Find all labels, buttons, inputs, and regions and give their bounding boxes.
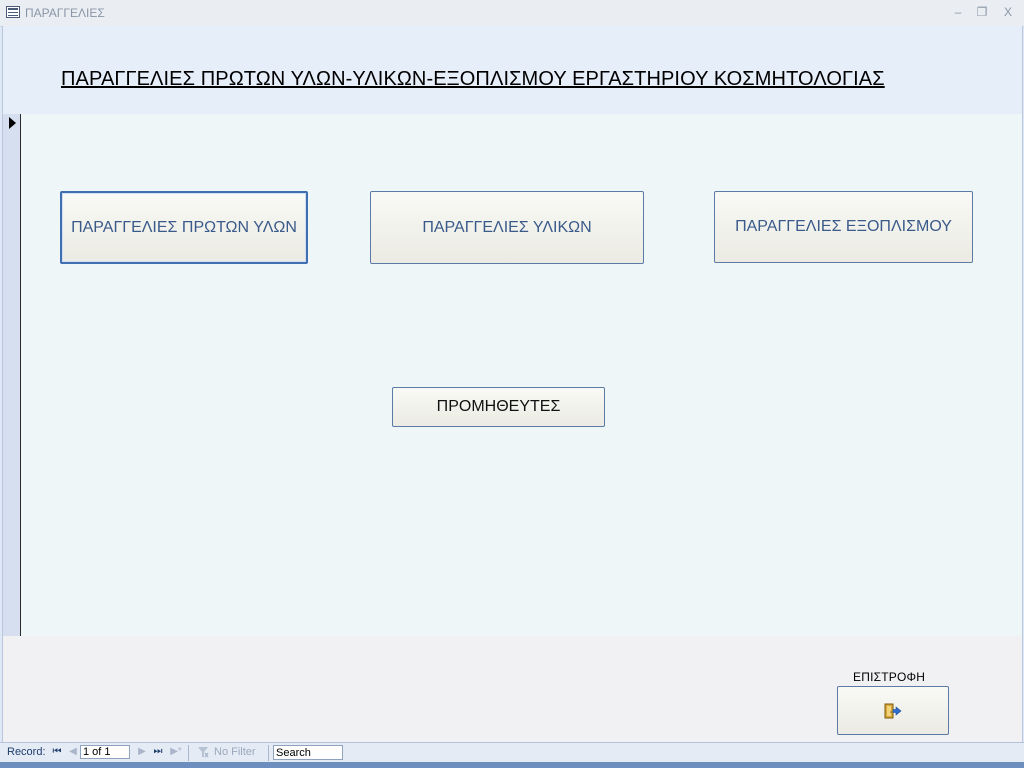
- form-body: ΠΑΡΑΓΓΕΛΙΕΣ ΠΡΩΤΩΝ ΥΛΩΝ-ΥΛΙΚΩΝ-ΕΞΟΠΛΙΣΜΟ…: [2, 26, 1023, 742]
- previous-record-button[interactable]: ◀: [67, 746, 79, 758]
- new-record-button[interactable]: ▶*: [168, 746, 184, 758]
- nav-separator: [188, 745, 189, 761]
- record-selector[interactable]: [3, 114, 21, 636]
- restore-button[interactable]: ❐: [972, 4, 992, 20]
- exit-door-icon: [884, 703, 902, 719]
- window-title: ΠΑΡΑΓΓΕΛΙΕΣ: [25, 6, 105, 20]
- nav-separator: [268, 745, 269, 761]
- minimize-button[interactable]: –: [948, 4, 968, 20]
- raw-materials-orders-button[interactable]: ΠΑΡΑΓΓΕΛΙΕΣ ΠΡΩΤΩΝ ΥΛΩΝ: [60, 191, 308, 264]
- close-button[interactable]: X: [998, 4, 1018, 20]
- equipment-orders-button[interactable]: ΠΑΡΑΓΓΕΛΙΕΣ ΕΞΟΠΛΙΣΜΟΥ: [714, 191, 973, 263]
- next-record-button[interactable]: ▶: [136, 746, 148, 758]
- form-detail: ΠΑΡΑΓΓΕΛΙΕΣ ΠΡΩΤΩΝ ΥΛΩΝ ΠΑΡΑΓΓΕΛΙΕΣ ΥΛΙΚ…: [21, 114, 1022, 636]
- materials-orders-button[interactable]: ΠΑΡΑΓΓΕΛΙΕΣ ΥΛΙΚΩΝ: [370, 191, 644, 264]
- record-label: Record:: [7, 746, 46, 758]
- record-number-input[interactable]: [80, 745, 130, 759]
- last-record-button[interactable]: ⏭: [152, 746, 164, 758]
- filter-icon: [198, 747, 209, 758]
- form-icon: [6, 6, 20, 18]
- current-record-icon: [9, 117, 16, 129]
- first-record-button[interactable]: ⏮: [51, 746, 63, 758]
- form-header: ΠΑΡΑΓΓΕΛΙΕΣ ΠΡΩΤΩΝ ΥΛΩΝ-ΥΛΙΚΩΝ-ΕΞΟΠΛΙΣΜΟ…: [3, 26, 1022, 114]
- search-input[interactable]: [273, 745, 343, 760]
- form-footer: ΕΠΙΣΤΡΟΦΗ: [3, 636, 1022, 742]
- status-strip: [0, 762, 1024, 768]
- record-navigation-bar: Record: ⏮ ◀ ▶ ⏭ ▶* No Filter: [0, 742, 1024, 763]
- return-label: ΕΠΙΣΤΡΟΦΗ: [853, 670, 926, 684]
- title-bar: ΠΑΡΑΓΓΕΛΙΕΣ – ❐ X: [0, 0, 1024, 27]
- page-title: ΠΑΡΑΓΓΕΛΙΕΣ ΠΡΩΤΩΝ ΥΛΩΝ-ΥΛΙΚΩΝ-ΕΞΟΠΛΙΣΜΟ…: [61, 68, 885, 90]
- filter-status[interactable]: No Filter: [214, 746, 256, 758]
- return-button[interactable]: [837, 686, 949, 735]
- suppliers-button[interactable]: ΠΡΟΜΗΘΕΥΤΕΣ: [392, 387, 605, 427]
